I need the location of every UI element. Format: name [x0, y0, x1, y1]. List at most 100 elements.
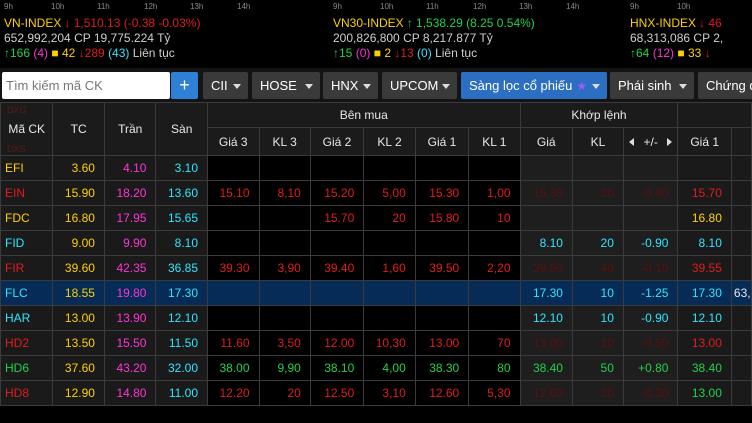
symbol-cell[interactable]: FID [0, 230, 54, 256]
match-vol-cell[interactable]: 10 [571, 305, 624, 331]
col-header-ceiling[interactable]: Trần [103, 102, 157, 156]
buy-vol-2-cell[interactable]: 3,10 [363, 380, 416, 406]
buy-price-3-cell[interactable]: 39.30 [207, 255, 260, 281]
sell-price-1-cell[interactable]: 8.10 [677, 230, 732, 256]
buy-vol-1-cell[interactable] [468, 155, 521, 181]
buy-price-2-cell[interactable]: 12.00 [309, 330, 365, 356]
buy-vol-2-cell[interactable]: 5,00 [363, 180, 416, 206]
match-change-cell[interactable]: -0.90 [622, 305, 679, 331]
table-row[interactable]: EFI 3.60 4.10 3.10 [0, 155, 752, 181]
col-header-sell-price-1[interactable]: Giá 1 [677, 127, 732, 156]
sell-price-1-cell[interactable]: 15.70 [677, 180, 732, 206]
col-header-buy-vol-2[interactable]: KL 2 [363, 127, 416, 156]
buy-price-1-cell[interactable]: 13.00 [414, 330, 470, 356]
symbol-cell[interactable]: HD2 [0, 330, 54, 356]
match-change-cell[interactable]: +0.80 [622, 355, 679, 381]
buy-price-2-cell[interactable] [309, 155, 365, 181]
match-vol-cell[interactable]: 10 [571, 330, 624, 356]
match-price-cell[interactable]: 38.40 [519, 355, 573, 381]
col-header-match-change[interactable]: +/- [622, 127, 679, 156]
buy-vol-1-cell[interactable] [468, 305, 521, 331]
buy-vol-3-cell[interactable]: 3,50 [258, 330, 311, 356]
sell-price-1-cell[interactable]: 13.00 [677, 330, 732, 356]
symbol-cell[interactable]: FLC [0, 280, 54, 306]
match-change-cell[interactable]: -0.50 [622, 330, 679, 356]
buy-vol-3-cell[interactable] [258, 205, 311, 231]
derivatives-dropdown[interactable]: Phái sinh [610, 72, 694, 99]
buy-vol-2-cell[interactable] [363, 155, 416, 181]
sell-price-1-cell[interactable]: 12.10 [677, 305, 732, 331]
buy-price-1-cell[interactable] [414, 155, 470, 181]
table-row[interactable]: FLC 18.55 19.80 17.30 17.30 10 -1.25 17.30 63, [0, 280, 752, 306]
buy-vol-2-cell[interactable] [363, 280, 416, 306]
table-row[interactable]: HAR 13.00 13.90 12.10 12.10 10 -0.90 12.10 [0, 305, 752, 331]
buy-vol-3-cell[interactable]: 20 [258, 380, 311, 406]
filter-dropdown-upcom[interactable]: UPCOM [382, 72, 457, 99]
match-change-cell[interactable]: -0.90 [622, 230, 679, 256]
col-header-symbol[interactable]: DXG DXS Mã CK [0, 102, 54, 156]
search-box[interactable] [2, 72, 170, 99]
sell-price-1-cell[interactable]: 16.80 [677, 205, 732, 231]
match-change-cell[interactable] [622, 155, 679, 181]
buy-vol-3-cell[interactable]: 8,10 [258, 180, 311, 206]
buy-vol-1-cell[interactable] [468, 280, 521, 306]
match-price-cell[interactable]: 12.10 [519, 305, 573, 331]
col-header-ref[interactable]: TC [52, 102, 105, 156]
match-price-cell[interactable]: 15.30 [519, 180, 573, 206]
table-row[interactable]: HD6 37.60 43.20 32.00 38.00 9,90 38.10 4,00 38.3… [0, 355, 752, 381]
warrants-dropdown[interactable]: Chứng q [698, 72, 752, 99]
buy-price-2-cell[interactable] [309, 305, 365, 331]
buy-price-3-cell[interactable]: 12.20 [207, 380, 260, 406]
buy-vol-1-cell[interactable]: 10 [468, 205, 521, 231]
buy-vol-1-cell[interactable]: 80 [468, 355, 521, 381]
col-header-buy-price-1[interactable]: Giá 1 [414, 127, 470, 156]
match-price-cell[interactable]: 12.60 [519, 380, 573, 406]
buy-price-1-cell[interactable]: 39.50 [414, 255, 470, 281]
match-vol-cell[interactable] [571, 205, 624, 231]
buy-price-2-cell[interactable]: 12.50 [309, 380, 365, 406]
buy-vol-2-cell[interactable] [363, 305, 416, 331]
match-change-cell[interactable] [622, 205, 679, 231]
buy-price-2-cell[interactable]: 15.20 [309, 180, 365, 206]
table-row[interactable]: HD2 13.50 15.50 11.50 11.60 3,50 12.00 10,30 13.… [0, 330, 752, 356]
match-change-cell[interactable]: -0.10 [622, 255, 679, 281]
buy-price-1-cell[interactable]: 12.60 [414, 380, 470, 406]
buy-price-2-cell[interactable]: 38.10 [309, 355, 365, 381]
match-change-cell[interactable]: -0.30 [622, 380, 679, 406]
buy-price-3-cell[interactable] [207, 305, 260, 331]
col-header-buy-price-2[interactable]: Giá 2 [309, 127, 365, 156]
buy-price-3-cell[interactable]: 38.00 [207, 355, 260, 381]
match-vol-cell[interactable]: 30 [571, 180, 624, 206]
sell-price-1-cell[interactable] [677, 155, 732, 181]
buy-price-3-cell[interactable] [207, 205, 260, 231]
buy-vol-2-cell[interactable]: 10,30 [363, 330, 416, 356]
match-price-cell[interactable]: 13.00 [519, 330, 573, 356]
buy-price-1-cell[interactable]: 15.30 [414, 180, 470, 206]
buy-price-1-cell[interactable] [414, 230, 470, 256]
col-header-buy-price-3[interactable]: Giá 3 [207, 127, 260, 156]
buy-price-2-cell[interactable]: 39.40 [309, 255, 365, 281]
buy-vol-1-cell[interactable] [468, 230, 521, 256]
match-vol-cell[interactable] [571, 155, 624, 181]
filter-dropdown-hose[interactable]: HOSE [252, 72, 320, 99]
buy-vol-3-cell[interactable] [258, 230, 311, 256]
buy-price-2-cell[interactable] [309, 280, 365, 306]
match-price-cell[interactable]: 39.50 [519, 255, 573, 281]
stock-screener-dropdown[interactable]: Sàng lọc cổ phiếu ★ [461, 72, 607, 99]
match-change-cell[interactable]: -0.60 [622, 180, 679, 206]
buy-vol-2-cell[interactable] [363, 230, 416, 256]
search-input[interactable] [6, 74, 166, 96]
table-row[interactable]: HD8 12.90 14.80 11.00 12.20 20 12.50 3,10 12.60 5… [0, 380, 752, 406]
symbol-cell[interactable]: HAR [0, 305, 54, 331]
symbol-cell[interactable]: FIR [0, 255, 54, 281]
buy-vol-2-cell[interactable]: 20 [363, 205, 416, 231]
symbol-cell[interactable]: EFI [0, 155, 54, 181]
sell-price-1-cell[interactable]: 39.55 [677, 255, 732, 281]
table-row[interactable]: FDC 16.80 17.95 15.65 15.70 20 15.80 10 16.80 [0, 205, 752, 231]
buy-vol-3-cell[interactable] [258, 155, 311, 181]
sell-price-1-cell[interactable]: 13.00 [677, 380, 732, 406]
match-price-cell[interactable] [519, 155, 573, 181]
match-price-cell[interactable]: 8.10 [519, 230, 573, 256]
col-header-buy-vol-1[interactable]: KL 1 [468, 127, 521, 156]
table-row[interactable]: FID 9.00 9.90 8.10 8.10 20 -0.90 8.10 [0, 230, 752, 256]
